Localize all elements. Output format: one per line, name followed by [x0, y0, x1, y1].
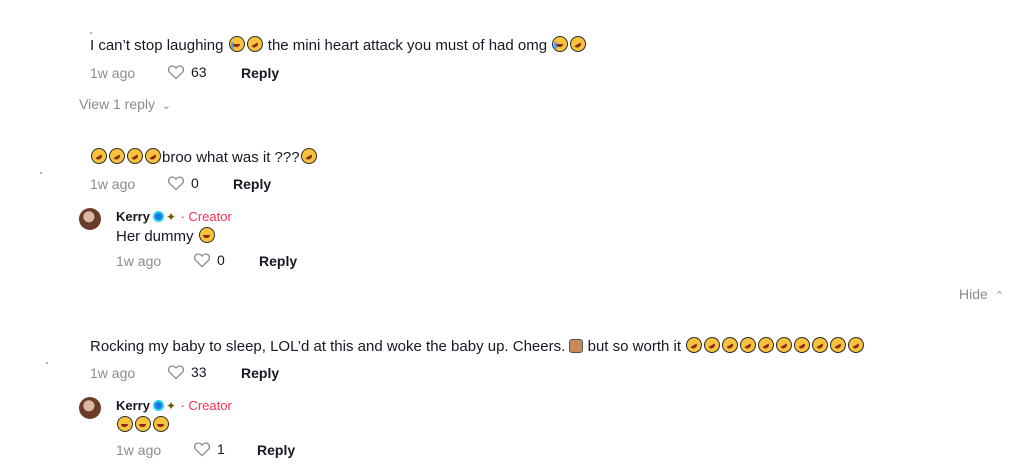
reply-3-time: 1w ago [116, 442, 162, 458]
chevron-down-icon: ⌄ [161, 100, 172, 112]
view-replies-label: View 1 reply [79, 96, 156, 112]
comment-2-text-body: broo what was it ??? [162, 149, 300, 166]
heart-outline-icon [167, 65, 185, 80]
decorative-dot [46, 362, 48, 364]
comment-3-like-button[interactable]: 33 [167, 364, 207, 380]
comment-2-like-count: 0 [191, 175, 199, 191]
comment-3-time: 1w ago [90, 365, 136, 381]
rofl-emoji-icon [737, 334, 760, 356]
reply-3-text [116, 416, 170, 436]
comment-2-text: broo what was it ??? [88, 145, 320, 168]
comment-2-like-button[interactable]: 0 [167, 175, 199, 191]
comment-1-text: I can’t stop laughing the mini heart att… [90, 33, 590, 56]
reply-author-name[interactable]: Kerry [116, 398, 150, 413]
hide-replies-button[interactable]: Hide ⌃ [959, 286, 1004, 302]
comment-2-time: 1w ago [90, 176, 136, 192]
rofl-emoji-icon [243, 33, 266, 55]
view-replies-button[interactable]: View 1 reply ⌄ [79, 96, 171, 112]
heart-outline-icon [167, 176, 185, 191]
reply-2-header: Kerry ✦ · Creator [116, 208, 232, 226]
comment-1-time: 1w ago [90, 65, 136, 81]
comment-3-text-end: but so worth it [587, 338, 682, 355]
rofl-emoji-icon [297, 145, 320, 167]
grinning-emoji-icon [117, 416, 133, 432]
chevron-up-icon: ⌃ [994, 290, 1004, 302]
grinning-emoji-icon [198, 227, 215, 243]
reply-author-name[interactable]: Kerry [116, 209, 150, 224]
comment-3-reply-button[interactable]: Reply [241, 365, 279, 381]
comment-1-reply-button[interactable]: Reply [241, 65, 279, 81]
rofl-emoji-icon [683, 334, 706, 356]
hide-label: Hide [959, 286, 988, 302]
heart-outline-icon [193, 253, 211, 268]
comment-3-like-count: 33 [191, 364, 207, 380]
avatar[interactable] [79, 208, 101, 230]
rofl-emoji-icon [845, 334, 868, 356]
rofl-emoji-icon [88, 145, 110, 167]
rofl-emoji-icon [827, 334, 850, 356]
reply-2-time: 1w ago [116, 253, 162, 269]
comment-1-text-mid: the mini heart attack you must of had om… [267, 37, 548, 54]
comment-1-text-start: I can’t stop laughing [90, 37, 224, 54]
comment-3-text-start: Rocking my baby to sleep, LOL’d at this … [90, 338, 566, 355]
reply-3-reply-button[interactable]: Reply [257, 442, 295, 458]
rofl-emoji-icon [701, 334, 724, 356]
comment-1-like-button[interactable]: 63 [167, 64, 207, 80]
rofl-emoji-icon [719, 334, 742, 356]
sparkle-icon: ✦ [165, 399, 177, 413]
heart-outline-icon [167, 365, 185, 380]
reply-3-like-button[interactable]: 1 [193, 441, 225, 457]
reply-3-like-count: 1 [217, 441, 225, 457]
grinning-emoji-icon [153, 416, 169, 432]
sparkle-icon: ✦ [165, 210, 177, 224]
loudly-crying-emoji-icon [552, 36, 569, 52]
thumbs-up-emoji-icon [569, 339, 584, 353]
reply-2-text: Her dummy [116, 227, 216, 247]
rofl-emoji-icon [124, 145, 146, 167]
reply-2-like-count: 0 [217, 252, 225, 268]
rofl-emoji-icon [755, 334, 778, 356]
reply-2-text-body: Her dummy [116, 228, 194, 245]
reply-2-like-button[interactable]: 0 [193, 252, 225, 268]
comment-2-reply-button[interactable]: Reply [233, 176, 271, 192]
reply-2-reply-button[interactable]: Reply [259, 253, 297, 269]
creator-label: · Creator [180, 398, 232, 413]
rofl-emoji-icon [567, 33, 590, 55]
decorative-dot [40, 172, 42, 174]
rofl-emoji-icon [809, 334, 832, 356]
comment-1-like-count: 63 [191, 64, 207, 80]
rofl-emoji-icon [142, 145, 164, 167]
heart-outline-icon [193, 442, 211, 457]
rofl-emoji-icon [791, 334, 814, 356]
verified-badge-icon [152, 211, 164, 222]
reply-3-header: Kerry ✦ · Creator [116, 397, 232, 415]
rofl-emoji-icon [773, 334, 796, 356]
loudly-crying-emoji-icon [228, 36, 245, 52]
comment-3-text: Rocking my baby to sleep, LOL’d at this … [90, 334, 868, 357]
creator-label: · Creator [180, 209, 232, 224]
rofl-emoji-icon [106, 145, 128, 167]
verified-badge-icon [152, 400, 164, 411]
grinning-emoji-icon [135, 416, 151, 432]
avatar[interactable] [79, 397, 101, 419]
decorative-dot [90, 32, 92, 34]
